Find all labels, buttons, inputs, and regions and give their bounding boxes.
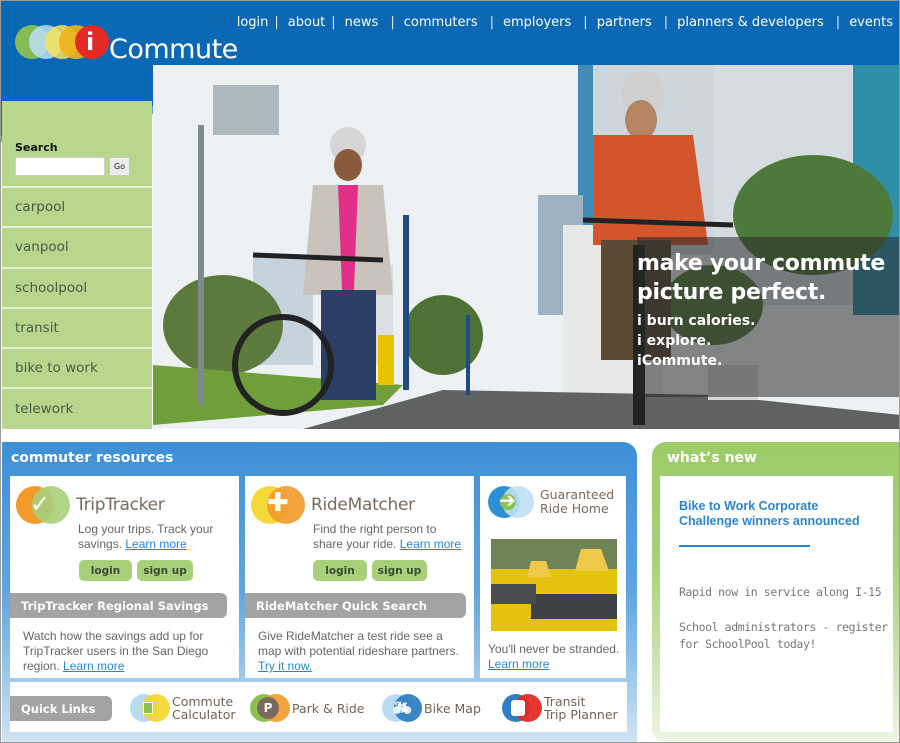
ridematcher-name: RideMatcher [311,495,415,515]
nav-separator: | [663,15,669,30]
triptracker-savings-bar[interactable]: TripTracker Regional Savings [10,593,227,618]
quick-link-park-and-ride[interactable]: P Park & Ride [250,694,365,722]
nav-separator: | [274,15,279,30]
bus-icon [502,694,542,722]
hero-tagline-2: i explore. [637,333,712,349]
sidebar-item-transit[interactable]: transit [2,306,152,347]
grh-description: You'll never be stranded. Learn more [488,642,623,672]
nav-separator: | [835,15,841,30]
bicycle-icon: 🚲︎ [382,694,422,722]
quick-link-commute-calculator-label: Commute Calculator [172,695,235,721]
triptracker-savings-learn-more-link[interactable]: Learn more [63,659,124,673]
search-go-button[interactable]: Go [109,157,130,176]
grh-name-line2: Ride Home [540,501,609,516]
nav-partners[interactable]: partners [597,15,652,30]
triptracker-brand[interactable]: ✓ TripTracker [16,486,165,524]
sidebar-item-vanpool[interactable]: vanpool [2,226,152,266]
grh-name-line1: Guaranteed [540,487,615,502]
quick-link-transit-trip-planner-label: Transit Trip Planner [544,695,618,721]
hero-tagline-1: i burn calories. [637,313,756,329]
triptracker-savings-description: Watch how the savings add up for TripTra… [23,629,228,674]
nav-news[interactable]: news [345,15,379,30]
hero-tagline-3: iCommute. [637,353,723,369]
quick-links-bar: Quick Links Commute Calculator P Park & … [10,682,627,732]
whats-new-panel: what’s new Bike to Work Corporate Challe… [652,442,899,742]
quick-link-park-and-ride-label: Park & Ride [292,700,365,716]
grh-desc-text: You'll never be stranded. [488,642,620,656]
triptracker-description: Log your trips. Track your savings. Lear… [78,522,228,552]
nav-login[interactable]: login [237,15,269,30]
whats-new-body: Bike to Work Corporate Challenge winners… [660,476,893,732]
nav-separator: | [331,15,336,30]
whats-new-title: what’s new [667,450,757,466]
left-sidebar: Search Go carpool vanpool schoolpool tra… [2,101,152,429]
ridematcher-description: Find the right person to share your ride… [313,522,468,552]
hero-banner[interactable]: make your commute picture perfect. i bur… [153,65,899,429]
ridematcher-quick-search-text: Give RideMatcher a test ride see a map w… [258,629,459,658]
ridematcher-quick-search-description: Give RideMatcher a test ride see a map w… [258,629,463,674]
top-navigation: login | about | news | commuters | employers… [237,15,893,30]
ql-calc-line2: Calculator [172,707,236,722]
quick-link-transit-trip-planner[interactable]: Transit Trip Planner [502,694,618,722]
ride-home-arrow-icon: ➔ [488,486,538,518]
ridematcher-quick-search-bar[interactable]: RideMatcher Quick Search [245,593,466,618]
ql-transit-line2: Trip Planner [544,707,618,722]
nav-events[interactable]: events [849,15,893,30]
parking-icon: P [250,694,290,722]
hero-headline-line2: picture perfect. [637,280,827,305]
sidebar-menu: carpool vanpool schoolpool transit bike … [2,186,152,428]
quick-link-bike-map-label: Bike Map [424,700,481,716]
sidebar-item-schoolpool[interactable]: schoolpool [2,266,152,307]
triptracker-signup-button[interactable]: sign up [137,560,193,581]
ridematcher-signup-button[interactable]: sign up [372,560,427,581]
logo-letter: i [86,28,95,56]
ridematcher-try-it-link[interactable]: Try it now. [258,659,312,673]
search-input[interactable] [15,157,105,176]
search-form: Search Go [15,141,130,176]
nav-commuters[interactable]: commuters [404,15,478,30]
commuter-resources-title: commuter resources [11,450,174,466]
quick-link-bike-map[interactable]: 🚲︎ Bike Map [382,694,481,722]
sidebar-item-bike-to-work[interactable]: bike to work [2,347,152,387]
sidebar-item-carpool[interactable]: carpool [2,186,152,226]
hero-headline-line1: make your commute [637,251,886,276]
whats-new-item[interactable]: Rapid now in service along I-15 [679,584,889,601]
nav-about[interactable]: about [288,15,326,30]
page: i Commute login | about | news | commuters |… [0,0,900,743]
quick-links-label: Quick Links [10,696,112,721]
search-label: Search [15,141,58,154]
logo-text: Commute [109,33,238,65]
ridematcher-brand[interactable]: ✚ RideMatcher [251,486,415,524]
triptracker-name: TripTracker [76,495,165,515]
nav-separator: | [583,15,588,30]
triptracker-check-icon: ✓ [16,486,72,524]
nav-planners-developers[interactable]: planners & developers [677,15,824,30]
icommute-logo[interactable]: i Commute [15,17,238,67]
quick-link-commute-calculator[interactable]: Commute Calculator [130,694,235,722]
guaranteed-ride-home-brand[interactable]: ➔ Guaranteed Ride Home [488,486,614,518]
grh-learn-more-link[interactable]: Learn more [488,657,549,671]
sidebar-item-telework[interactable]: telework [2,387,152,427]
triptracker-card: ✓ TripTracker Log your trips. Track your… [10,476,239,678]
hero-caption: make your commute picture perfect. i bur… [637,237,899,397]
guaranteed-ride-home-card: ➔ Guaranteed Ride Home You'll never be s… [480,476,626,678]
ridematcher-learn-more-link[interactable]: Learn more [400,537,461,551]
whats-new-item[interactable]: School administrators - register for Sch… [679,619,889,653]
guaranteed-ride-home-name: Guaranteed Ride Home [540,488,614,516]
commuter-resources-panel: commuter resources ✓ TripTracker Log you… [2,442,637,742]
whats-new-divider [679,545,810,547]
ridematcher-login-button[interactable]: login [313,560,367,581]
whats-new-headline-link[interactable]: Bike to Work Corporate Challenge winners… [679,499,879,529]
nav-employers[interactable]: employers [503,15,571,30]
calculator-icon [130,694,170,722]
ridematcher-plus-icon: ✚ [251,486,307,524]
triptracker-learn-more-link[interactable]: Learn more [125,537,186,551]
nav-separator: | [390,15,395,30]
ridematcher-card: ✚ RideMatcher Find the right person to s… [245,476,474,678]
logo-circles-icon: i [15,25,109,59]
triptracker-login-button[interactable]: login [79,560,132,581]
taxi-photo [491,539,617,631]
nav-separator: | [489,15,494,30]
